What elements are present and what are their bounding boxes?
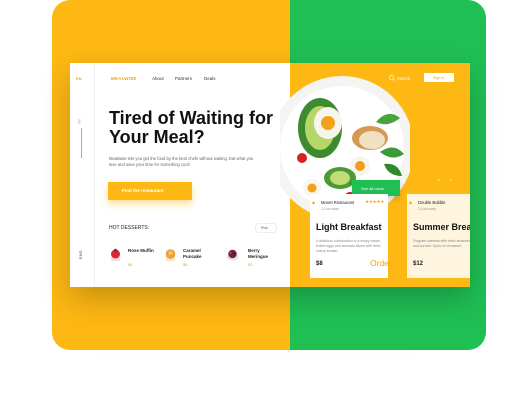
sign-in-label: Sign in	[433, 75, 444, 80]
desserts-heading: HOT DESSERTS:	[109, 225, 150, 231]
pick-label: Pick	[261, 226, 268, 230]
card-price: $8	[316, 261, 323, 267]
dessert-name[interactable]: Berry Meringue	[248, 248, 276, 260]
dessert-image-caramel-puncake[interactable]	[163, 247, 178, 262]
dessert-name[interactable]: Caramel Puncake	[183, 248, 211, 260]
location-pin-icon: ◆	[409, 200, 413, 205]
arrow-right-icon: ›	[180, 188, 182, 194]
slide-progress-line	[81, 128, 82, 158]
pick-button[interactable]: Pick	[255, 223, 277, 233]
card-restaurant: Monet Restaurant	[321, 200, 355, 205]
location-pin-icon: ◆	[312, 200, 316, 205]
card-distance: 1,4 km away	[321, 207, 339, 211]
card-title: Summer Breakfast	[413, 222, 470, 232]
menu-card[interactable]: ◆ Double Bubble 2,3 km away Summer Break…	[407, 194, 470, 278]
nav-partners[interactable]: Partners	[175, 76, 192, 81]
dessert-name[interactable]: Rose Muffin	[128, 248, 156, 254]
card-restaurant: Double Bubble	[418, 200, 446, 205]
order-button[interactable]: Order	[370, 258, 392, 268]
chevron-right-icon[interactable]: ›	[450, 178, 452, 184]
slide-indicator: 1/4	[77, 119, 81, 124]
nav-deals[interactable]: Deals	[204, 76, 216, 81]
card-description: Fragrant oatmeal with fresh strawberry a…	[413, 239, 470, 248]
nav-about[interactable]: About	[152, 76, 164, 81]
menu-card[interactable]: ◆ Monet Restaurant 1,4 km away ★★★★★ Lig…	[310, 194, 392, 278]
dessert-image-berry-meringue[interactable]	[225, 247, 240, 262]
dessert-price: $3	[248, 262, 253, 267]
logo[interactable]: MEALWISE	[111, 76, 137, 81]
card-price: $12	[413, 261, 424, 267]
page-title: Tired of Waiting for Your Meal?	[109, 108, 273, 147]
find-restaurant-label: Find the restaurant	[122, 188, 164, 193]
search-label[interactable]: Search	[397, 76, 410, 81]
search-icon[interactable]	[389, 75, 395, 81]
card-description: A delicious combination of a crispy toas…	[316, 239, 381, 253]
chevron-left-icon[interactable]: ‹	[438, 178, 440, 184]
language-switch[interactable]: EN	[76, 76, 82, 81]
language-label[interactable]: ENG	[78, 250, 83, 259]
side-rail: EN 1/4 ENG	[70, 63, 95, 287]
card-title: Light Breakfast	[316, 222, 382, 232]
hero-description: Mealwise lets you get the food by the be…	[109, 156, 254, 167]
dessert-image-rose-muffin[interactable]	[108, 247, 123, 262]
dessert-price: $4	[128, 262, 133, 267]
card-rating: ★★★★★	[365, 199, 385, 204]
app-window: EN 1/4 ENG MEALWISE About Partners Deals…	[70, 63, 470, 287]
dessert-price: $5	[183, 262, 188, 267]
see-all-menu-label: See all menu	[361, 185, 385, 191]
card-distance: 2,3 km away	[418, 207, 436, 211]
sign-in-button[interactable]: Sign in	[424, 73, 454, 82]
